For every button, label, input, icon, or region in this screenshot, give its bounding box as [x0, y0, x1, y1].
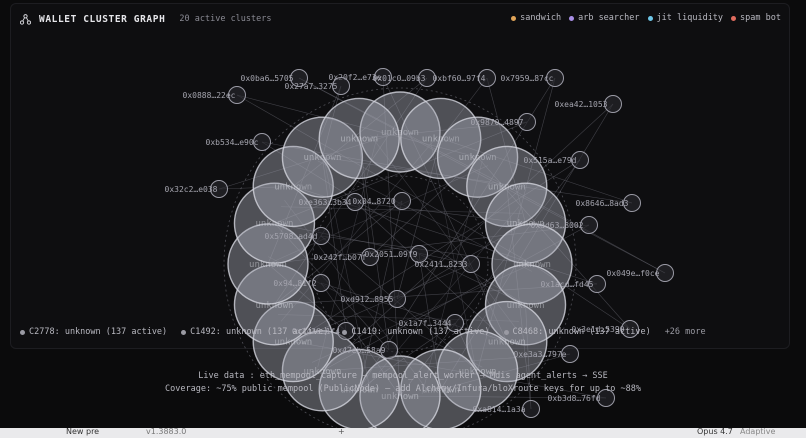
cluster-summary-item[interactable]: C8468: unknown (137 active)	[503, 327, 651, 337]
wallet-label: 0xb3d8…76fd	[548, 394, 601, 403]
cluster-dot	[503, 329, 509, 335]
graph-header: WALLET CLUSTER GRAPH 20 active clusters	[20, 12, 272, 26]
wallet-node[interactable]: 0x049e…f0ce	[607, 264, 674, 282]
cluster-summary-item[interactable]: C1492: unknown (137 active)	[181, 327, 328, 337]
wallet-node[interactable]: 0x32c2…e038	[165, 180, 228, 198]
coverage-status: Coverage: ~75% public mempool (PublicNod…	[165, 384, 641, 394]
cluster-summary-item[interactable]: C1419: unknown (137 active)	[342, 327, 490, 337]
page-title: WALLET CLUSTER GRAPH	[39, 13, 166, 25]
wallet-dot	[393, 192, 411, 210]
wallet-label: 0x27a7…3275	[285, 82, 338, 91]
legend-label: sandwich	[520, 13, 562, 23]
wallet-node[interactable]: 0xb534…e90c	[206, 133, 271, 151]
taskbar: New pre v1.3883.0 + Opus 4.7 Adaptive	[0, 427, 806, 438]
wallet-label: 0x32c2…e038	[165, 185, 218, 194]
cluster-summary-label: C1492: unknown (137 active)	[190, 327, 329, 337]
wallet-label: 0x049e…f0ce	[607, 269, 660, 278]
wallet-label: 0x242f…b07f	[314, 253, 367, 262]
wallet-label: 0xe363…3b34	[299, 198, 352, 207]
wallet-label: 0x7959…87cc	[501, 74, 554, 83]
cluster-dot	[342, 329, 348, 335]
mode-label[interactable]: Adaptive	[740, 427, 775, 436]
wallet-label: 0x2411…8233	[415, 260, 468, 269]
wallet-label: 0x94…81f2	[273, 279, 317, 288]
wallet-node[interactable]: 0x7959…87cc	[501, 69, 564, 87]
version-label: v1.3883.0	[146, 427, 187, 436]
wallet-label: 0xbf60…97f4	[433, 74, 486, 83]
wallet-label: 0x2051…09f9	[365, 250, 418, 259]
legend-item-sandwich: sandwich	[511, 13, 561, 23]
wallet-node[interactable]: 0xd912…8955	[341, 290, 406, 308]
cluster-summary-label: C2778: unknown (137 active)	[29, 327, 168, 337]
legend-dot	[569, 15, 575, 21]
cluster-summary-row: C2778: unknown (137 active) C1492: unkno…	[20, 327, 706, 337]
legend-label: jit liquidity	[656, 13, 724, 23]
wallet-node[interactable]: 0xbf60…97f4	[433, 69, 496, 87]
wallet-node[interactable]: 0xea42…1053	[555, 95, 622, 113]
legend-item-spam-bot: spam bot	[731, 13, 781, 23]
wallet-label: 0xea42…1053	[555, 100, 608, 109]
wallet-label: 0x0888…22ec	[183, 91, 236, 100]
model-label[interactable]: Opus 4.7	[697, 427, 733, 436]
cluster-dot	[181, 329, 187, 335]
legend-label: spam bot	[740, 13, 781, 23]
wallet-label: 0xe3a3…797e	[514, 350, 567, 359]
taskbar-tab-label[interactable]: New pre	[66, 427, 99, 436]
legend-item-arb-searcher: arb searcher	[569, 13, 640, 23]
plus-icon[interactable]: +	[338, 427, 345, 436]
wallet-label: 0xb534…e90c	[206, 138, 259, 147]
legend: sandwich arb searcher jit liquidity spam…	[511, 13, 781, 23]
wallet-label: 0x515a…e79d	[524, 156, 577, 165]
cluster-label: unknown	[340, 134, 378, 144]
wallet-node[interactable]: 0x8646…8ad3	[576, 194, 641, 212]
live-data-status: Live data : eth_mempool_capture → mempoo…	[198, 371, 608, 381]
cluster-summary-item[interactable]: C2778: unknown (137 active)	[20, 327, 167, 337]
wallet-node[interactable]: 0x0888…22ec	[183, 86, 246, 104]
wallet-label: 0x5708…ad4d	[265, 232, 318, 241]
legend-dot	[647, 15, 653, 21]
wallet-label: 0x01c0…09b3	[373, 74, 426, 83]
legend-item-jit-liquidity: jit liquidity	[647, 13, 724, 23]
cluster-bubble[interactable]: unknown	[318, 97, 400, 180]
more-clusters-link[interactable]: +26 more	[665, 327, 706, 337]
legend-dot	[731, 15, 737, 21]
cluster-summary-label: C8468: unknown (137 active)	[512, 327, 651, 337]
wallet-label: 0x8646…8ad3	[576, 199, 629, 208]
wallet-label: 0xd912…8955	[341, 295, 394, 304]
legend-dot	[511, 15, 517, 21]
wallet-label: 0xdd63…8002	[531, 221, 584, 230]
wallet-label: 0xa814…1a3a	[473, 405, 526, 414]
cluster-dot	[20, 329, 25, 335]
wallet-label: 0x47eb…58a9	[333, 346, 386, 355]
wallet-label: 0x9870…4897	[471, 118, 524, 127]
cluster-summary-label: C1419: unknown (137 active)	[351, 327, 490, 337]
wallet-label: 0x1acd…fd45	[541, 280, 594, 289]
wallet-label: 0x04…8720	[352, 197, 396, 206]
legend-label: arb searcher	[578, 13, 640, 23]
cluster-count: 20 active clusters	[179, 14, 272, 24]
graph-nodes-icon	[20, 13, 31, 25]
